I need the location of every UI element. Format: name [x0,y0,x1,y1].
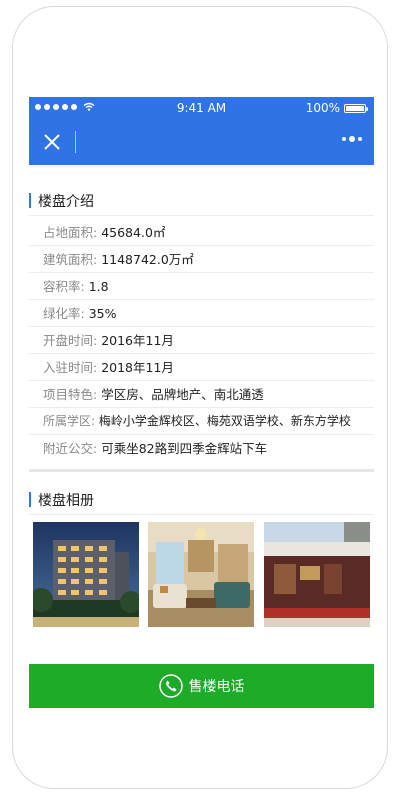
info-row-plot-ratio: 容积率: 1.8 [29,273,374,300]
sales-phone-button[interactable]: 售楼电话 [29,664,374,708]
info-row-land-area: 占地面积: 45684.0㎡ [29,219,374,246]
album-photo-building[interactable] [33,522,139,627]
album-title: 楼盘相册 [38,493,94,509]
more-options-icon[interactable] [342,136,362,142]
intro-title: 楼盘介绍 [38,194,94,210]
info-row-school-district: 所属学区: 梅岭小学金辉校区、梅苑双语学校、新东方学校 [29,408,374,435]
section-divider [29,469,374,472]
battery-status: 100% [305,101,368,115]
photo-gallery [33,522,370,627]
battery-icon [344,103,368,113]
sales-phone-label: 售楼电话 [188,679,245,695]
property-info-list: 占地面积: 45684.0㎡ 建筑面积: 1148742.0万㎡ 容积率: 1.… [29,219,374,462]
section-accent-bar [29,193,31,208]
intro-section-header: 楼盘介绍 [29,185,374,216]
info-row-greening-rate: 绿化率: 35% [29,300,374,327]
nav-bar [29,119,374,165]
close-icon[interactable] [39,129,65,155]
info-row-bus: 附近公交: 可乘坐82路到四季金辉站下车 [43,441,268,456]
album-section-header: 楼盘相册 [29,484,374,515]
info-row-building-area: 建筑面积: 1148742.0万㎡ [29,246,374,273]
battery-percent: 100% [305,101,340,115]
status-bar: 9:41 AM 100% [29,97,374,119]
album-photo-living-room[interactable] [148,522,254,627]
section-accent-bar [29,492,31,507]
info-row-features: 项目特色: 学区房、品牌地产、南北通透 [29,381,374,408]
info-row-opening-date: 开盘时间: 2016年11月 [29,327,374,354]
nav-divider [75,131,76,153]
app-screen: 9:41 AM 100% 楼盘介绍 占地面积: 45684.0㎡ 建筑面积: 1… [29,97,374,712]
info-row-move-in-date: 入驻时间: 2018年11月 [29,354,374,381]
phone-icon [158,674,183,698]
album-photo-sales-office[interactable] [264,522,370,627]
